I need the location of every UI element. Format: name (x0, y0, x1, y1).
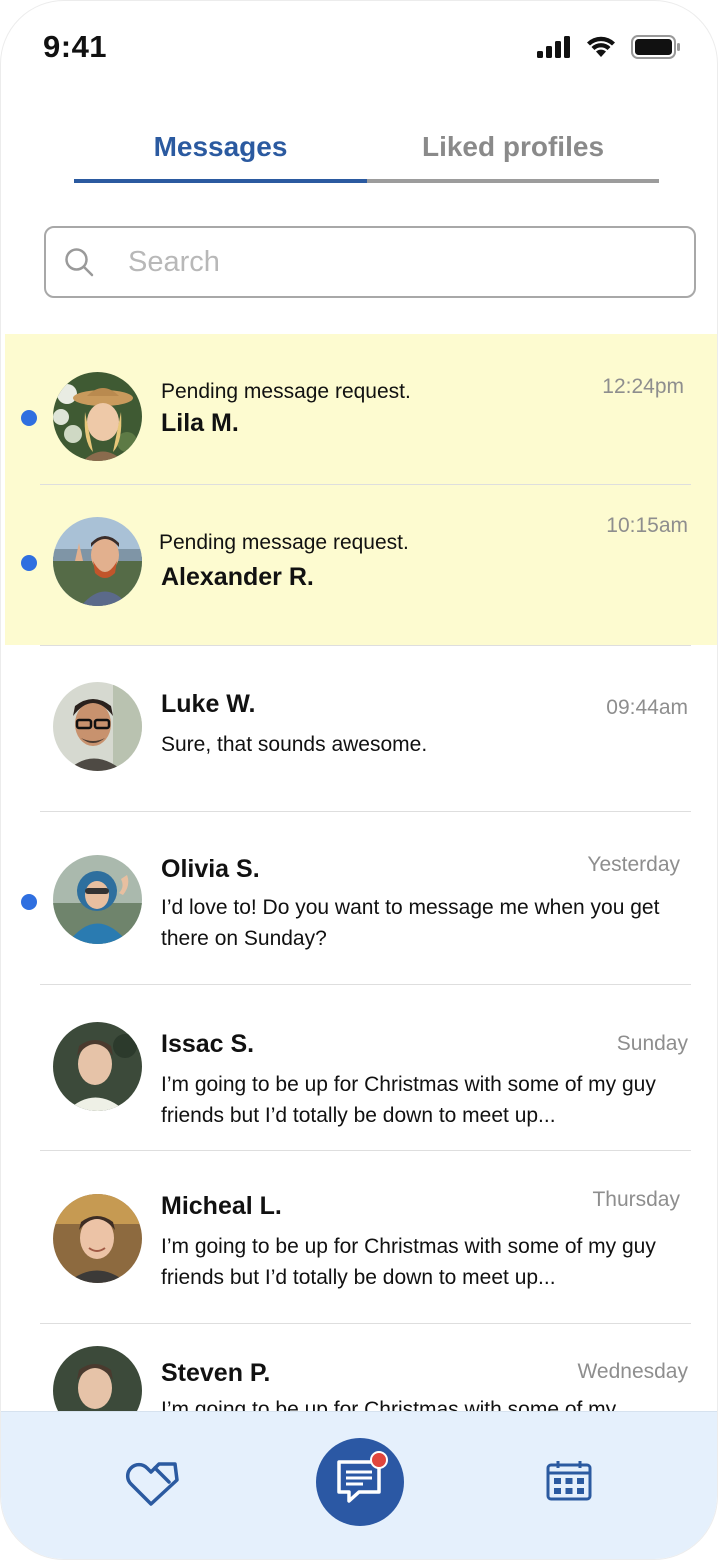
messages-nav-button[interactable] (316, 1438, 404, 1526)
message-preview: I’d love to! Do you want to message me w… (161, 896, 660, 950)
contact-name: Steven P. (161, 1359, 271, 1387)
cellular-signal-icon (537, 36, 571, 58)
contact-name: Issac S. (161, 1030, 255, 1058)
message-time: Wednesday (577, 1360, 688, 1383)
tab-bar: Messages Liked profiles (74, 131, 659, 183)
conversation-row-alexander[interactable]: Pending message request. Alexander R. 10… (5, 485, 717, 645)
unread-dot (21, 555, 37, 571)
calendar-icon[interactable] (546, 1459, 592, 1506)
wifi-icon (585, 35, 617, 59)
unread-dot (21, 894, 37, 910)
search-input[interactable] (126, 244, 650, 280)
tab-messages[interactable]: Messages (74, 131, 367, 183)
message-time: Sunday (616, 1032, 688, 1055)
avatar (53, 1022, 142, 1111)
message-preview: Pending message request. (161, 380, 411, 403)
avatar (53, 1194, 142, 1283)
status-time: 9:41 (43, 29, 108, 64)
message-time: Yesterday (587, 853, 680, 876)
conversation-row-luke[interactable]: Luke W. Sure, that sounds awesome. 09:44… (5, 646, 717, 811)
contact-name: Micheal L. (161, 1192, 282, 1220)
contact-name: Luke W. (161, 690, 256, 718)
status-bar: 9:41 (1, 1, 717, 97)
heart-tag-icon[interactable] (125, 1456, 183, 1515)
avatar (53, 517, 142, 606)
battery-icon (631, 35, 681, 59)
conversation-row-lila[interactable]: Pending message request. Lila M. 12:24pm (5, 334, 717, 484)
unread-dot (21, 410, 37, 426)
contact-name: Lila M. (161, 409, 239, 437)
contact-name: Olivia S. (161, 855, 260, 883)
search-icon (64, 247, 94, 277)
conversation-row-steven[interactable]: Steven P. I’m going to be up for Christm… (5, 1324, 717, 1414)
conversation-row-micheal[interactable]: Micheal L. I’m going to be up for Christ… (5, 1151, 717, 1323)
message-time: 12:24pm (602, 375, 684, 398)
conversation-row-olivia[interactable]: Olivia S. I’d love to! Do you want to me… (5, 812, 717, 984)
avatar (53, 1346, 142, 1414)
avatar (53, 855, 142, 944)
message-time: 09:44am (606, 696, 688, 719)
message-preview: Sure, that sounds awesome. (161, 733, 428, 756)
avatar (53, 372, 142, 461)
notification-badge (370, 1451, 388, 1469)
tab-liked-profiles[interactable]: Liked profiles (367, 131, 659, 183)
avatar (53, 682, 142, 771)
search-box[interactable] (44, 226, 696, 298)
contact-name: Alexander R. (161, 563, 314, 591)
status-icons (537, 35, 681, 59)
message-time: 10:15am (606, 514, 688, 537)
message-time: Thursday (592, 1188, 680, 1211)
conversation-row-issac[interactable]: Issac S. I’m going to be up for Christma… (5, 985, 717, 1150)
phone-screen: 9:41 Messages Liked profiles Search Pend… (0, 0, 718, 1560)
message-preview: I’m going to be up for Christmas with so… (161, 1235, 656, 1289)
message-preview: I’m going to be up for Christmas with so… (161, 1073, 656, 1127)
message-preview: Pending message request. (159, 531, 409, 554)
bottom-nav (1, 1411, 717, 1559)
